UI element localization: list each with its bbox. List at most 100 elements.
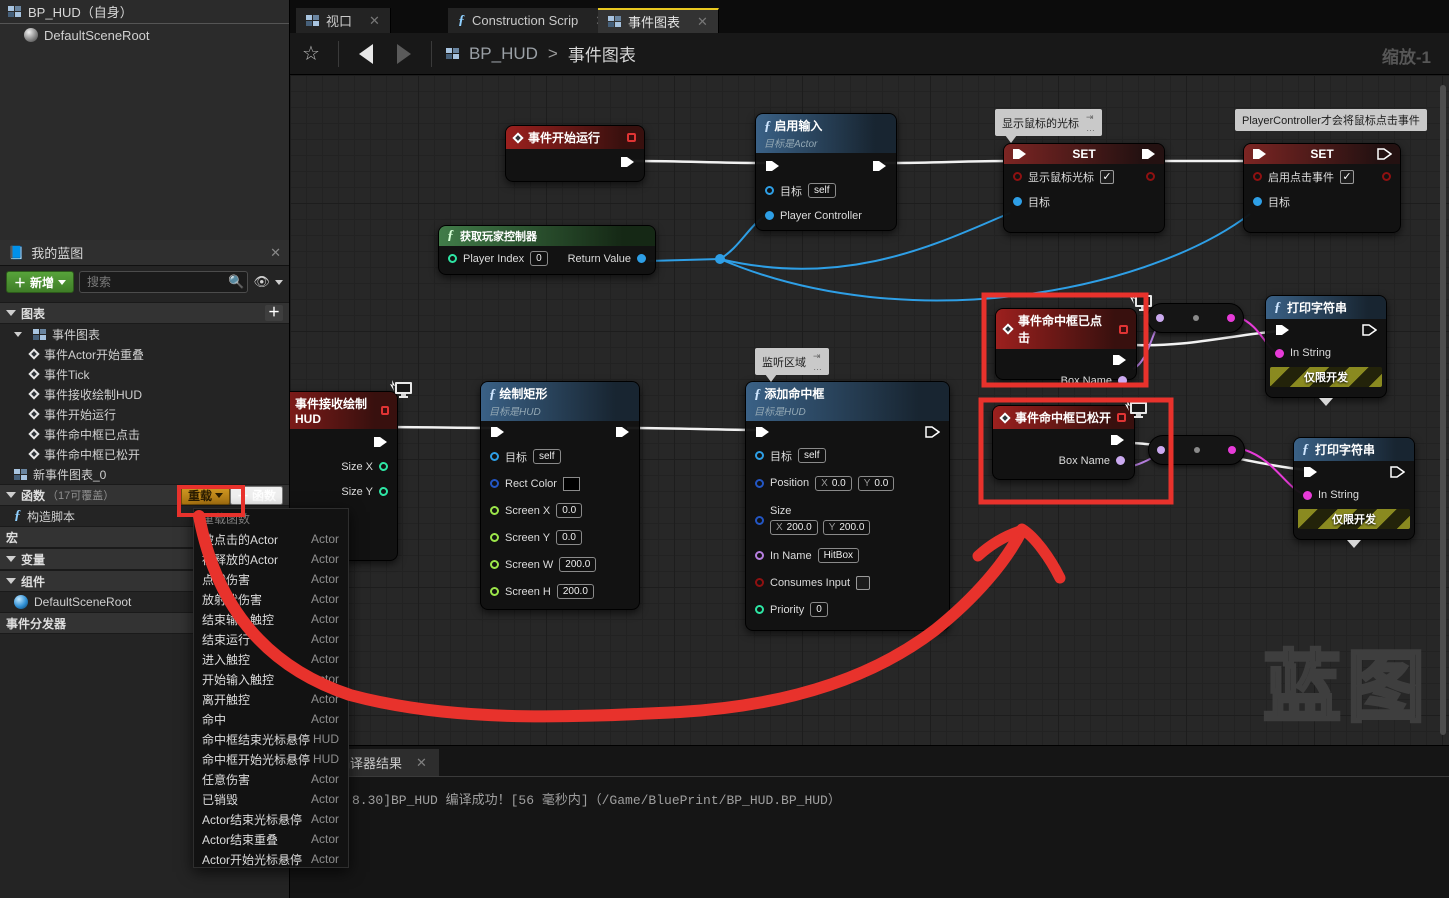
exec-out-pin[interactable] bbox=[620, 156, 635, 168]
add-graph-button[interactable]: ＋ bbox=[265, 305, 283, 321]
menu-item-actor-end-overlap[interactable]: Actor结束重叠Actor bbox=[194, 829, 348, 849]
target-pin[interactable] bbox=[765, 186, 774, 195]
menu-item-point-damage[interactable]: 点状伤害Actor bbox=[194, 569, 348, 589]
menu-item-begin-input-touch[interactable]: 开始输入触控Actor bbox=[194, 669, 348, 689]
menu-item-any-damage[interactable]: 任意伤害Actor bbox=[194, 769, 348, 789]
player-controller-pin[interactable] bbox=[765, 211, 774, 220]
functions-section-header[interactable]: 函数 （17可覆盖） 重载 ＋函数 bbox=[0, 484, 289, 506]
screen-w-value[interactable]: 200.0 bbox=[559, 557, 596, 572]
node-event-hitbox-release[interactable]: 事件命中框已松开 Box Name bbox=[992, 405, 1135, 480]
in-string-pin[interactable] bbox=[1275, 349, 1284, 358]
sidebar-event-hitbox-release[interactable]: 事件命中框已松开 bbox=[0, 444, 289, 464]
in-name-pin[interactable] bbox=[755, 551, 764, 560]
screen-h-value[interactable]: 200.0 bbox=[557, 584, 594, 599]
override-dropdown-button[interactable]: 重载 bbox=[181, 486, 230, 505]
exec-in-pin[interactable] bbox=[1012, 148, 1027, 160]
menu-item-end-input-touch[interactable]: 结束输入触控Actor bbox=[194, 609, 348, 629]
node-set-show-mouse-cursor[interactable]: SET 显示鼠标光标 ✓ 目标 bbox=[1003, 143, 1165, 233]
menu-item-actor-released[interactable]: 被释放的ActorActor bbox=[194, 549, 348, 569]
bool-pin[interactable] bbox=[1253, 172, 1262, 181]
target-value[interactable]: self bbox=[533, 449, 561, 464]
menu-item-end-play[interactable]: 结束运行Actor bbox=[194, 629, 348, 649]
position-pin[interactable] bbox=[755, 479, 764, 488]
sidebar-event-beginplay[interactable]: 事件开始运行 bbox=[0, 404, 289, 424]
menu-item-hit[interactable]: 命中Actor bbox=[194, 709, 348, 729]
string-out-pin[interactable] bbox=[1227, 314, 1235, 322]
priority-value[interactable]: 0 bbox=[810, 602, 828, 617]
components-panel-header[interactable]: BP_HUD（自身） bbox=[0, 0, 289, 24]
exec-in-pin[interactable] bbox=[490, 426, 505, 438]
target-value[interactable]: self bbox=[798, 448, 826, 463]
close-icon[interactable]: ✕ bbox=[697, 14, 708, 30]
box-name-pin[interactable] bbox=[1116, 456, 1125, 465]
add-new-button[interactable]: ＋新增 bbox=[6, 271, 74, 293]
name-in-pin[interactable] bbox=[1156, 314, 1164, 322]
graphs-section-header[interactable]: 图表 ＋ bbox=[0, 302, 289, 324]
target-value[interactable]: self bbox=[808, 183, 836, 198]
in-string-pin[interactable] bbox=[1303, 491, 1312, 500]
return-value-pin[interactable] bbox=[637, 254, 646, 263]
screen-h-pin[interactable] bbox=[490, 587, 499, 596]
close-icon[interactable]: ✕ bbox=[270, 245, 281, 261]
tab-event-graph[interactable]: 事件图表✕ bbox=[598, 8, 719, 33]
exec-out-pin[interactable] bbox=[615, 426, 630, 438]
name-to-string-conversion-node[interactable] bbox=[1147, 303, 1244, 333]
target-pin[interactable] bbox=[755, 451, 764, 460]
position-y-value[interactable]: Y0.0 bbox=[858, 476, 895, 491]
node-print-string-1[interactable]: ƒ 打印字符串 In String 仅限开发 bbox=[1265, 295, 1387, 398]
target-pin[interactable] bbox=[490, 452, 499, 461]
sidebar-item-eventgraph[interactable]: 事件图表 bbox=[0, 324, 289, 344]
exec-out-pin[interactable] bbox=[1377, 148, 1392, 160]
target-pin[interactable] bbox=[1013, 197, 1022, 206]
pin-icon[interactable]: ⇥… bbox=[813, 351, 822, 372]
name-in-pin[interactable] bbox=[1157, 446, 1165, 454]
name-to-string-conversion-node[interactable] bbox=[1148, 435, 1245, 465]
exec-in-pin[interactable] bbox=[765, 160, 780, 172]
expand-arrow-icon[interactable] bbox=[1319, 398, 1333, 406]
exec-in-pin[interactable] bbox=[755, 426, 770, 438]
exec-out-pin[interactable] bbox=[373, 436, 388, 448]
filter-chevron-icon[interactable] bbox=[275, 280, 283, 285]
player-index-value[interactable]: 0 bbox=[530, 251, 548, 266]
click-events-checkbox[interactable]: ✓ bbox=[1340, 170, 1354, 184]
close-icon[interactable]: ✕ bbox=[369, 13, 380, 29]
menu-item-actor-clicked[interactable]: 被点击的ActorActor bbox=[194, 529, 348, 549]
forward-button[interactable] bbox=[397, 44, 411, 64]
string-out-pin[interactable] bbox=[1228, 446, 1236, 454]
node-draw-rect[interactable]: ƒ 绘制矩形 目标是HUD 目标 self Rect Color Screen … bbox=[480, 381, 640, 610]
node-event-beginplay[interactable]: 事件开始运行 bbox=[505, 125, 645, 182]
component-row-defaultsceneroot[interactable]: DefaultSceneRoot bbox=[0, 24, 289, 46]
menu-item-hitbox-begin-cursor-over[interactable]: 命中框开始光标悬停HUD bbox=[194, 749, 348, 769]
size-y-value[interactable]: Y200.0 bbox=[823, 520, 871, 535]
node-get-player-controller[interactable]: ƒ 获取玩家控制器 Player Index 0 Return Value bbox=[438, 225, 656, 275]
menu-item-actor-end-cursor-over[interactable]: Actor结束光标悬停Actor bbox=[194, 809, 348, 829]
size-pin[interactable] bbox=[755, 516, 764, 525]
exec-out-pin[interactable] bbox=[1390, 466, 1405, 478]
comment-bubble-listen-area[interactable]: 监听区域⇥… bbox=[755, 348, 829, 375]
exec-in-pin[interactable] bbox=[1303, 466, 1318, 478]
sidebar-item-new-eventgraph[interactable]: 新事件图表_0 bbox=[0, 464, 289, 484]
menu-item-hitbox-end-cursor-over[interactable]: 命中框结束光标悬停HUD bbox=[194, 729, 348, 749]
screen-y-value[interactable]: 0.0 bbox=[556, 530, 582, 545]
sidebar-event-receive-drawhud[interactable]: 事件接收绘制HUD bbox=[0, 384, 289, 404]
sidebar-event-actor-beginoverlap[interactable]: 事件Actor开始重叠 bbox=[0, 344, 289, 364]
visibility-filter-icon[interactable]: 👁 bbox=[253, 274, 270, 290]
node-enable-input[interactable]: ƒ 启用输入 目标是Actor 目标 self Player Controlle… bbox=[755, 113, 897, 231]
breadcrumb-asset[interactable]: BP_HUD bbox=[469, 44, 538, 64]
bool-out-pin[interactable] bbox=[1382, 172, 1391, 181]
menu-item-input-touch-leave[interactable]: 离开触控Actor bbox=[194, 689, 348, 709]
exec-in-pin[interactable] bbox=[1252, 148, 1267, 160]
exec-out-pin[interactable] bbox=[1112, 354, 1127, 366]
comment-bubble-show-cursor[interactable]: 显示鼠标的光标⇥… bbox=[995, 109, 1102, 136]
in-name-value[interactable]: HitBox bbox=[818, 548, 859, 563]
node-set-enable-click-events[interactable]: SET 启用点击事件 ✓ 目标 bbox=[1243, 143, 1401, 233]
expand-arrow-icon[interactable] bbox=[1347, 540, 1361, 548]
size-y-pin[interactable] bbox=[379, 487, 388, 496]
screen-x-value[interactable]: 0.0 bbox=[556, 503, 582, 518]
menu-item-input-touch-enter[interactable]: 进入触控Actor bbox=[194, 649, 348, 669]
screen-w-pin[interactable] bbox=[490, 560, 499, 569]
back-button[interactable] bbox=[359, 44, 373, 64]
graph-vertical-scrollbar[interactable] bbox=[1440, 85, 1446, 735]
add-function-button[interactable]: ＋函数 bbox=[230, 486, 283, 505]
menu-item-radial-damage[interactable]: 放射状伤害Actor bbox=[194, 589, 348, 609]
